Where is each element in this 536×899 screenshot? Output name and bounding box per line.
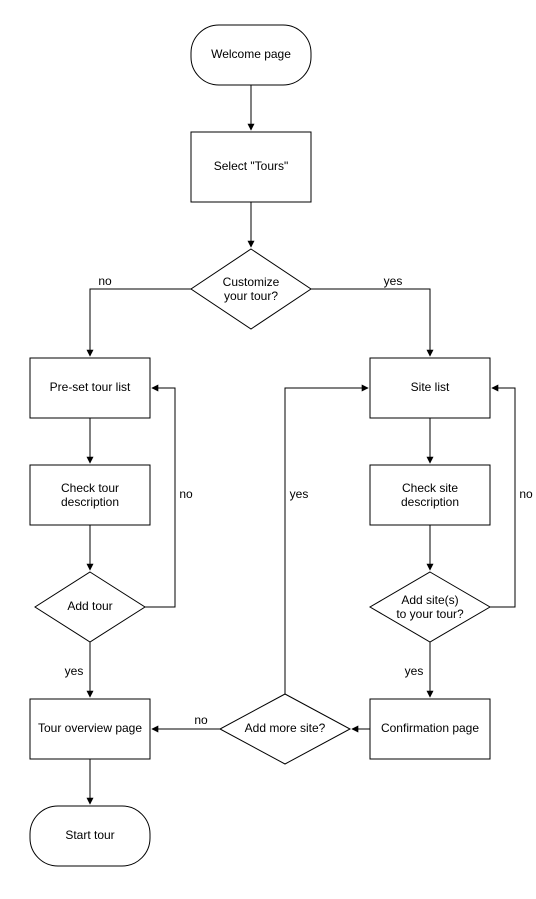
node-check-tour-label-1: Check tour	[61, 481, 119, 495]
node-add-site-label-1: Add site(s)	[401, 593, 458, 607]
label-customize-no: no	[98, 274, 112, 288]
edge-addmore-yes	[285, 388, 368, 694]
edge-addsite-no	[490, 388, 515, 607]
node-check-tour-label-2: description	[61, 495, 119, 509]
edge-customize-yes	[311, 289, 430, 356]
label-addmore-yes: yes	[290, 487, 309, 501]
node-start-tour-label: Start tour	[65, 828, 114, 842]
label-addsite-no: no	[519, 487, 533, 501]
node-select-tours-label: Select "Tours"	[214, 159, 289, 173]
label-addmore-no: no	[194, 713, 208, 727]
node-add-more-label: Add more site?	[245, 721, 326, 735]
label-customize-yes: yes	[384, 274, 403, 288]
edge-customize-no	[90, 289, 191, 356]
node-welcome-label: Welcome page	[211, 47, 291, 61]
node-preset-list-label: Pre-set tour list	[50, 380, 131, 394]
node-add-site-label-2: to your tour?	[396, 607, 464, 621]
node-confirmation-label: Confirmation page	[381, 721, 479, 735]
node-tour-overview-label: Tour overview page	[38, 721, 142, 735]
node-site-list-label: Site list	[411, 380, 450, 394]
label-addtour-yes: yes	[65, 664, 84, 678]
label-addtour-no: no	[179, 487, 193, 501]
node-customize-label-1: Customize	[223, 275, 280, 289]
label-addsite-yes: yes	[405, 664, 424, 678]
node-check-site-label-2: description	[401, 495, 459, 509]
node-check-site-label-1: Check site	[402, 481, 458, 495]
node-add-tour-label: Add tour	[67, 599, 112, 613]
node-customize-label-2: your tour?	[224, 289, 278, 303]
